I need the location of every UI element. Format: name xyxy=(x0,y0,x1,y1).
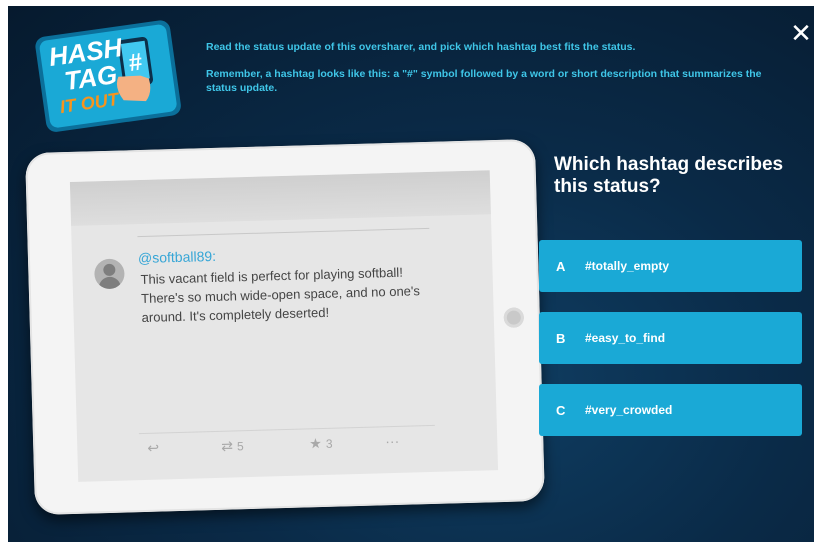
instructions: Read the status update of this overshare… xyxy=(206,40,766,108)
answer-letter: C xyxy=(556,403,566,418)
tablet-home-button xyxy=(503,307,525,328)
instruction-line-1: Read the status update of this overshare… xyxy=(206,41,636,53)
status-update: @softball89: This vacant field is perfec… xyxy=(89,227,436,469)
answer-a-button[interactable]: A #totally_empty xyxy=(539,240,802,292)
retweet-count: 5 xyxy=(236,439,244,454)
star-icon: ★ xyxy=(309,435,323,452)
answer-text: #totally_empty xyxy=(585,259,670,273)
answer-text: #easy_to_find xyxy=(585,331,666,345)
game-stage: # HASH TAG IT OUT Read the status update… xyxy=(8,6,814,542)
tablet-screen: @softball89: This vacant field is perfec… xyxy=(69,170,499,482)
answer-text: #very_crowded xyxy=(585,403,673,417)
hashtag-it-out-logo: # HASH TAG IT OUT xyxy=(35,20,181,132)
answer-b-button[interactable]: B #easy_to_find xyxy=(539,312,802,364)
tablet-frame: @softball89: This vacant field is perfec… xyxy=(25,138,545,516)
instruction-line-2: Remember, a hashtag looks like this: a "… xyxy=(206,68,762,94)
reply-icon: ↩ xyxy=(147,439,160,456)
tweet-text: This vacant field is perfect for playing… xyxy=(140,264,421,325)
avatar xyxy=(94,258,125,290)
retweet-icon: ⇄ xyxy=(221,437,234,454)
more-icon: ··· xyxy=(385,432,400,450)
answer-letter: B xyxy=(556,331,566,346)
answer-letter: A xyxy=(556,259,566,274)
favorite-count: 3 xyxy=(325,436,333,451)
retweet-action: ⇄ 5 xyxy=(221,437,244,455)
close-icon[interactable]: ✕ xyxy=(790,21,812,47)
divider xyxy=(137,227,430,238)
tweet-handle: @softball89: xyxy=(137,247,217,267)
answer-c-button[interactable]: C #very_crowded xyxy=(539,384,802,436)
favorite-action: ★ 3 xyxy=(309,435,333,453)
screen-header xyxy=(69,170,491,226)
question-title: Which hashtag describes this status? xyxy=(554,154,784,197)
tweet-actions: ↩ ⇄ 5 ★ 3 ··· xyxy=(138,424,436,463)
